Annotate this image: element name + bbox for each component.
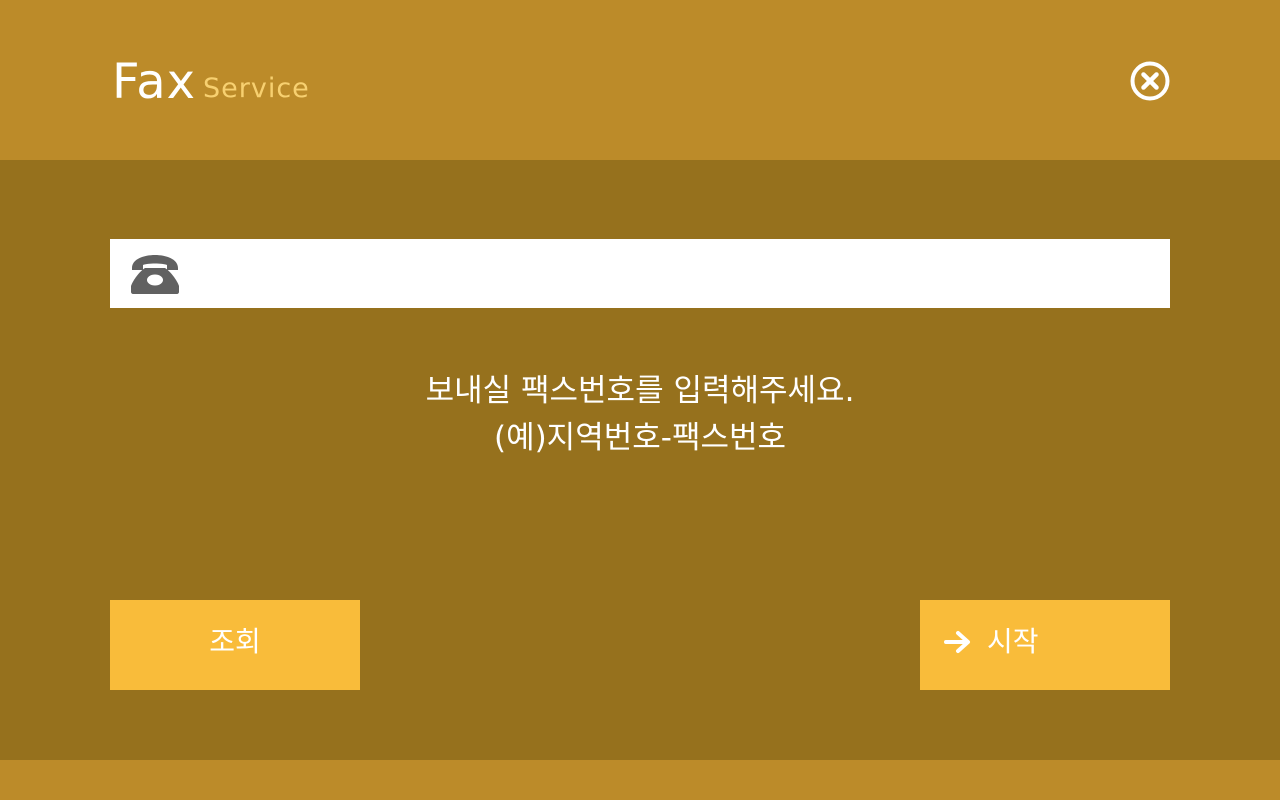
inquiry-button[interactable]: 조회 [110, 600, 360, 690]
close-button[interactable] [1130, 61, 1170, 101]
arrow-right-icon [944, 631, 970, 653]
inquiry-button-label: 조회 [209, 625, 261, 658]
start-button-label: 시작 [987, 625, 1039, 658]
footer-bar [0, 760, 1280, 800]
start-button[interactable]: 시작 [920, 600, 1170, 690]
header-bar: Fax Service [0, 0, 1280, 160]
page-subtitle: Service [203, 73, 310, 104]
instructions: 보내실 팩스번호를 입력해주세요. (예)지역번호-팩스번호 [110, 368, 1170, 462]
instruction-main: 보내실 팩스번호를 입력해주세요. [425, 373, 855, 409]
fax-service-screen: Fax Service 보내실 팩스번호를 입력해주세요. (예)지역번호-팩스… [0, 0, 1280, 800]
fax-number-input[interactable] [200, 239, 1164, 310]
close-circle-icon [1130, 61, 1170, 101]
instruction-example: (예)지역번호-팩스번호 [493, 420, 787, 456]
page-title: Fax [112, 54, 197, 110]
telephone-icon [131, 255, 179, 294]
